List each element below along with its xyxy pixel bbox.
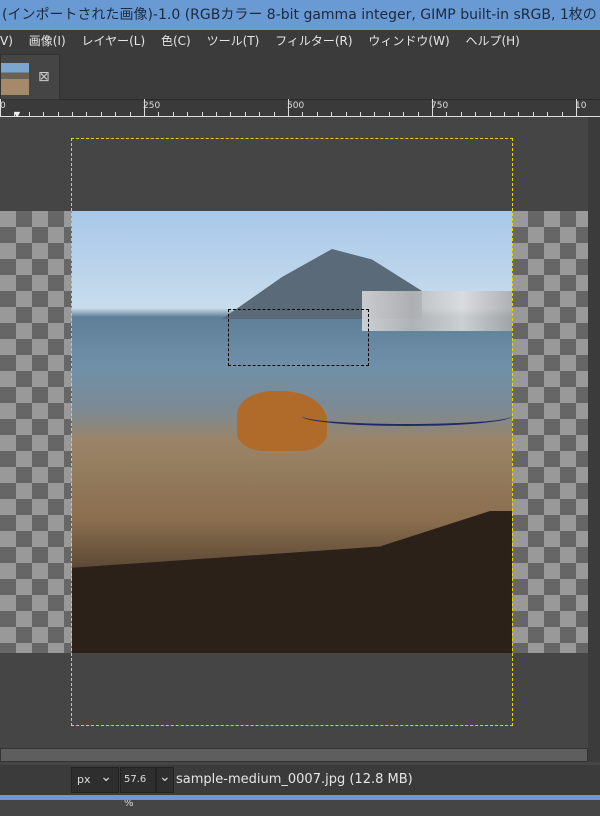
ruler-tick: [403, 112, 405, 116]
buildings: [362, 291, 512, 331]
ruler-tick: [57, 112, 59, 116]
chevron-down-icon: ⌄: [100, 769, 112, 785]
ruler-tick: [417, 112, 419, 116]
zoom-input[interactable]: 57.6 %: [120, 767, 156, 809]
ruler-tick: [316, 112, 318, 116]
ruler-tick: [388, 112, 390, 116]
ruler-label: 500: [287, 101, 305, 111]
image-tab[interactable]: ⊠: [0, 54, 60, 100]
ruler-tick: [532, 112, 534, 116]
ruler-tick: [273, 112, 275, 116]
menu-image[interactable]: 画像(I): [29, 34, 66, 48]
file-info: sample-medium_0007.jpg (12.8 MB): [176, 772, 413, 787]
ruler-tick: [43, 112, 45, 116]
shadow: [72, 511, 512, 653]
ruler-tick: [432, 99, 433, 116]
menu-filters[interactable]: フィルター(R): [275, 34, 352, 48]
ruler-tick: [115, 112, 117, 116]
close-icon[interactable]: ⊠: [38, 69, 50, 85]
ruler-tick: [158, 112, 160, 116]
menu-layer[interactable]: レイヤー(L): [81, 34, 145, 48]
ruler-tick: [360, 112, 361, 116]
canvas[interactable]: [0, 117, 588, 745]
ruler-tick: [230, 112, 232, 116]
menu-help[interactable]: ヘルプ(H): [465, 34, 519, 48]
ruler-tick: [518, 112, 520, 116]
ruler-tick: [129, 112, 131, 116]
ruler-tick: [86, 112, 88, 116]
dog: [237, 391, 327, 451]
chevron-down-icon: ⌄: [159, 769, 171, 785]
horizontal-ruler[interactable]: 0 250 500 750 10 ▼: [0, 99, 600, 119]
ruler-tick: [100, 112, 102, 116]
unit-value: px: [77, 773, 91, 786]
taskbar-edge: [0, 795, 600, 800]
ruler-tick: [345, 112, 347, 116]
ruler-tick: [0, 99, 1, 116]
rectangle-selection[interactable]: [228, 309, 369, 366]
ruler-tick: [187, 112, 189, 116]
ruler-tick: [72, 112, 73, 116]
ruler-tick: [504, 112, 505, 116]
zoom-dropdown[interactable]: ⌄: [156, 767, 174, 793]
image-thumbnail: [1, 63, 29, 95]
ruler-tick: [547, 112, 549, 116]
unit-select[interactable]: px ⌄: [71, 767, 119, 793]
ruler-tick: [288, 99, 289, 116]
ruler-tick: [28, 112, 30, 116]
ruler-tick: [259, 112, 261, 116]
ruler-tick: [14, 112, 16, 116]
title-bar: (インポートされた画像)-1.0 (RGBカラー 8-bit gamma int…: [0, 0, 600, 30]
ruler-tick: [446, 112, 448, 116]
ruler-tick: [244, 112, 246, 116]
ruler-tick: [576, 99, 577, 116]
ruler-tick: [144, 99, 145, 116]
ruler-tick: [561, 112, 563, 116]
ruler-label: 750: [431, 101, 449, 111]
vertical-scrollbar[interactable]: [588, 117, 600, 762]
ruler-tick: [331, 112, 333, 116]
transparent-area: [512, 211, 588, 653]
ruler-label: 250: [143, 101, 161, 111]
horizontal-scrollbar[interactable]: [0, 748, 588, 762]
menu-view[interactable]: V): [0, 34, 13, 48]
ruler-tick: [475, 112, 477, 116]
ruler-tick: [460, 112, 462, 116]
ruler-tick: [374, 112, 376, 116]
transparent-area: [0, 211, 72, 653]
image-tabs: ⊠: [0, 52, 600, 100]
status-bar: px ⌄ 57.6 % ⌄ sample-medium_0007.jpg (12.…: [0, 765, 600, 809]
photo-layer: [72, 211, 512, 653]
menu-bar: V) 画像(I) レイヤー(L) 色(C) ツール(T) フィルター(R) ウィ…: [0, 30, 600, 52]
menu-windows[interactable]: ウィンドウ(W): [368, 34, 449, 48]
ruler-tick: [172, 112, 174, 116]
ruler-tick: [216, 112, 217, 116]
menu-tools[interactable]: ツール(T): [207, 34, 260, 48]
ruler-tick: [489, 112, 491, 116]
menu-colors[interactable]: 色(C): [161, 34, 191, 48]
ruler-tick: [302, 112, 304, 116]
ruler-tick: [201, 112, 203, 116]
leash: [302, 406, 512, 426]
